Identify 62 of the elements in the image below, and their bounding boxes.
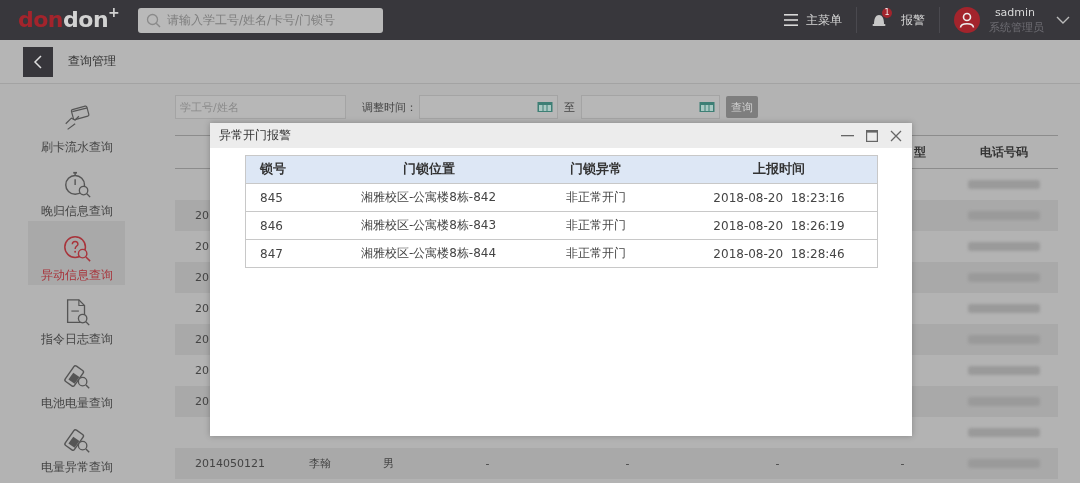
maximize-icon[interactable] (866, 129, 878, 142)
column-header: 型 (913, 143, 927, 161)
dialog-title: 异常开门报警 (219, 127, 292, 144)
logo-text: + (108, 5, 120, 19)
notification-badge: 1 (882, 8, 892, 18)
user-avatar (954, 7, 980, 33)
to-label: 至 (564, 99, 575, 115)
calendar-icon (699, 101, 715, 113)
search-icon (146, 12, 161, 28)
table-cell-text: 2018-08-20 18:28:46 (712, 246, 846, 261)
user-name: sadmin (993, 5, 1037, 20)
table-cell-text: - (774, 457, 781, 470)
table-cell-text: 20 (194, 395, 210, 408)
table-cell-text: 2014050121 (194, 457, 265, 470)
date-field[interactable] (419, 95, 558, 119)
table-cell-text: 846 (259, 218, 284, 233)
table-cell-text: 20 (194, 302, 210, 315)
logo-text: don (63, 9, 109, 31)
logo-text: don (18, 9, 64, 31)
main-menu-button[interactable]: 主菜单 (784, 11, 842, 29)
table-cell-text: 非正常开门 (565, 245, 627, 262)
sidebar-item[interactable]: 电量异常查询 (28, 413, 125, 477)
sidebar-item[interactable]: 异动信息查询 (28, 221, 125, 285)
column-header: 上报时间 (752, 161, 806, 178)
sidebar-item[interactable]: 指令日志查询 (28, 285, 125, 349)
sidebar-item[interactable]: 刷卡流水查询 (28, 93, 125, 157)
table-cell-text: 李翰 (308, 456, 332, 471)
chevron-left-icon (33, 54, 43, 69)
sidebar-item[interactable]: 晚归信息查询 (28, 157, 125, 221)
table-cell-text: 非正常开门 (565, 189, 627, 206)
table-cell-text: 2018-08-20 18:26:19 (712, 218, 846, 233)
column-header: 门锁异常 (569, 161, 623, 178)
table-cell-text: 20 (194, 271, 210, 284)
time-label: 调整时间： (362, 99, 417, 115)
column-header: 电话号码 (979, 143, 1029, 161)
table-cell-text: - (484, 457, 491, 470)
table-cell-text: 2018-08-20 18:23:16 (712, 190, 846, 205)
table-cell-text: 20 (194, 209, 210, 222)
table-cell-text: 男 (382, 456, 395, 471)
table-cell-text: 845 (259, 190, 284, 205)
table-cell-text: 湘雅校区-公寓楼8栋-843 (359, 217, 498, 234)
table-cell-text: - (624, 457, 631, 470)
page-title: 查询管理 (68, 53, 116, 70)
back-button[interactable] (23, 46, 53, 77)
table-cell-text: 20 (194, 240, 210, 253)
sidebar-item[interactable]: 电池电量查询 (28, 349, 125, 413)
table-cell-text: 非正常开门 (565, 217, 627, 234)
minimize-icon[interactable] (841, 134, 854, 137)
table-cell-text: - (899, 457, 906, 470)
table-cell-text: 20 (194, 333, 210, 346)
column-header: 锁号 (259, 161, 287, 178)
column-header: 门锁位置 (401, 161, 456, 178)
chevron-down-icon[interactable] (1056, 16, 1070, 24)
table-cell-text: 湘雅校区-公寓楼8栋-844 (359, 245, 498, 262)
table-cell-text: 20 (194, 364, 210, 377)
table-cell-text: 湘雅校区-公寓楼8栋-842 (359, 189, 498, 206)
query-button[interactable]: 查询 (726, 96, 758, 118)
menu-icon (784, 14, 798, 26)
calendar-icon (537, 101, 553, 113)
date-field[interactable] (581, 95, 720, 119)
table-cell-text: 847 (259, 246, 284, 261)
close-icon[interactable] (890, 129, 902, 142)
